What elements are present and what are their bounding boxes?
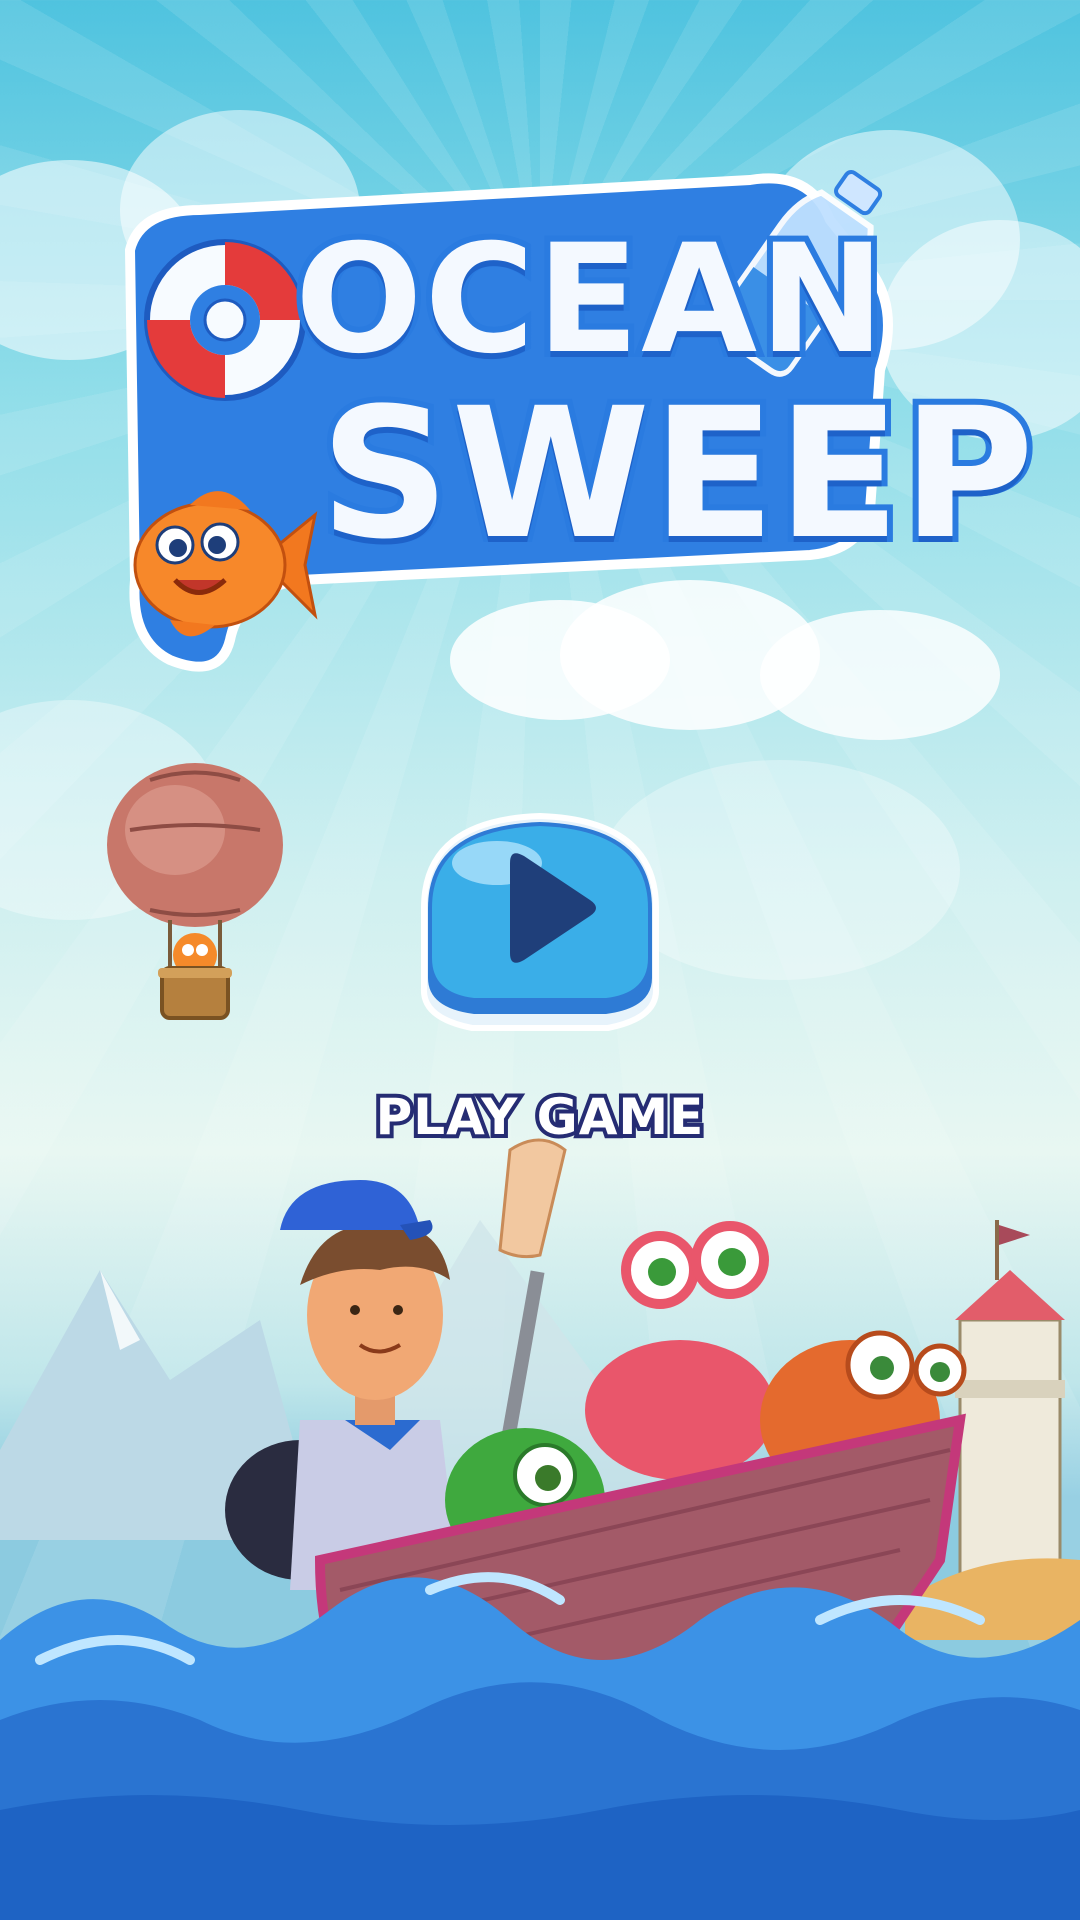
- clownfish-icon: [133, 491, 318, 637]
- play-button-graphic: [420, 812, 660, 1031]
- play-button[interactable]: [412, 808, 668, 1044]
- harbor-scene: [0, 1138, 1080, 1920]
- game-logo: OCEAN SWEEP: [110, 140, 1040, 700]
- title-ocean: OCEAN: [289, 213, 891, 387]
- crab-character: [585, 1221, 775, 1480]
- lifebuoy-icon: [144, 239, 306, 401]
- title-sweep: SWEEP: [314, 370, 1040, 579]
- hot-air-balloon-icon: [107, 763, 283, 1020]
